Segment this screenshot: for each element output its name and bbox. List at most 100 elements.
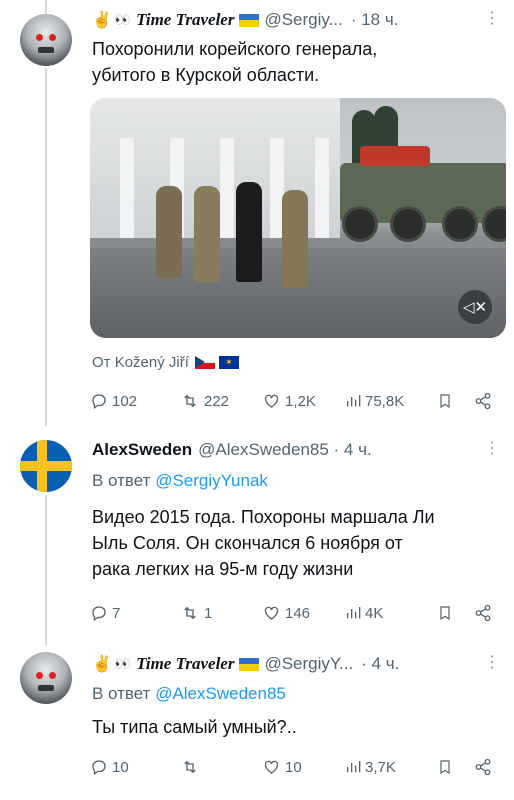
ukraine-flag-icon [239, 657, 260, 671]
reply-button[interactable]: 7 [90, 604, 120, 622]
mute-icon[interactable]: ◁✕ [458, 290, 492, 324]
repost-count: 222 [204, 392, 230, 410]
text-line: Похоронили корейского генерала, [92, 39, 378, 59]
share-icon [475, 758, 491, 776]
share-icon [475, 392, 491, 410]
bookmark-icon [440, 606, 450, 621]
reply-count: 7 [112, 604, 121, 622]
victory-hand-icon: ✌ [92, 12, 112, 29]
more-icon[interactable]: ⋮ [484, 652, 500, 672]
like-count: 1,2K [285, 392, 316, 410]
bookmark-icon [440, 760, 450, 775]
bookmark-button[interactable] [437, 392, 457, 410]
avatar-jaw [38, 47, 54, 53]
avatar-eye [49, 672, 56, 679]
like-button[interactable]: 10 [262, 758, 302, 776]
share-button[interactable] [474, 604, 496, 622]
reply-icon [92, 394, 106, 410]
flag-cross [37, 440, 47, 492]
views-button[interactable]: 3,7K [345, 758, 396, 776]
like-button[interactable]: 1,2K [262, 392, 316, 410]
avatar-jaw [38, 685, 54, 691]
text-line: Видео 2015 года. Похороны маршала Ли [92, 507, 435, 527]
more-icon[interactable]: ⋮ [484, 438, 500, 458]
share-button[interactable] [474, 758, 496, 776]
repost-button[interactable]: 222 [180, 392, 229, 410]
wheel [442, 206, 478, 242]
tweet-3-text: Ты типа самый умный?.. [92, 714, 297, 740]
share-button[interactable] [474, 392, 496, 410]
like-button[interactable]: 146 [262, 604, 310, 622]
handle[interactable]: @Sergiy... [264, 10, 342, 30]
views-button[interactable]: 4K [345, 604, 383, 622]
views-icon [347, 607, 361, 619]
tweet-1-header: ✌ 👀 Time Traveler @Sergiy... · 18 ч. [92, 10, 398, 30]
handle[interactable]: @AlexSweden85 · 4 ч. [198, 440, 372, 460]
person [236, 182, 262, 282]
heart-icon [264, 394, 279, 408]
views-button[interactable]: 75,8K [345, 392, 404, 410]
eyes-icon: 👀 [114, 656, 131, 671]
eyes-icon: 👀 [114, 12, 131, 27]
text-line: Ыль Соля. Он скончался 6 ноября от [92, 533, 403, 553]
reply-prefix: В ответ [92, 684, 151, 703]
like-count: 10 [285, 758, 302, 776]
display-name[interactable]: AlexSweden [92, 440, 192, 460]
repost-icon [184, 606, 196, 620]
bookmark-icon [440, 394, 450, 409]
person [282, 190, 308, 288]
like-count: 146 [285, 604, 311, 622]
text-line: убитого в Курской области. [92, 65, 320, 85]
views-icon [347, 395, 361, 407]
more-icon[interactable]: ⋮ [484, 8, 500, 28]
repost-button[interactable] [180, 758, 204, 776]
reply-prefix: В ответ [92, 471, 151, 490]
reply-icon [92, 606, 106, 622]
avatar-eye [36, 672, 43, 679]
person [194, 186, 220, 282]
timestamp[interactable]: · 18 ч. [351, 10, 399, 30]
reply-context: В ответ @SergiyYunak [92, 471, 268, 491]
victory-hand-icon: ✌ [92, 656, 112, 673]
avatar-time-traveler[interactable] [20, 14, 72, 66]
attribution[interactable]: От Kožený Jiří ✶ [92, 354, 239, 371]
coffin [360, 146, 430, 166]
czech-flag-icon [194, 356, 215, 369]
wheel [342, 206, 378, 242]
repost-icon [184, 760, 196, 774]
wheel [482, 206, 506, 242]
text-line: рака легких на 95-м году жизни [92, 559, 354, 579]
repost-count: 1 [204, 604, 213, 622]
reply-button[interactable]: 10 [90, 758, 129, 776]
repost-button[interactable]: 1 [180, 604, 212, 622]
from-label: От Kožený Jiří [92, 354, 189, 371]
thread-line-2 [45, 495, 47, 645]
reply-to-link[interactable]: @AlexSweden85 [155, 684, 286, 703]
display-name[interactable]: Time Traveler [136, 654, 234, 674]
views-count: 3,7K [365, 758, 396, 776]
thread-line-1 [45, 68, 47, 426]
reply-button[interactable]: 102 [90, 392, 137, 410]
video-player[interactable]: ◁✕ [90, 98, 506, 338]
bookmark-button[interactable] [437, 604, 457, 622]
tweet-3-header: ✌ 👀 Time Traveler @SergiyY... · 4 ч. [92, 654, 399, 674]
text-line: Ты типа самый умный?.. [92, 717, 297, 737]
handle[interactable]: @SergiyY... [264, 654, 353, 674]
share-icon [475, 604, 491, 622]
avatar-time-traveler[interactable] [20, 652, 72, 704]
avatar-eye [49, 34, 56, 41]
timestamp[interactable]: · 4 ч. [361, 654, 399, 674]
avatar-eye [36, 34, 43, 41]
thread-line-top [45, 0, 47, 14]
bookmark-button[interactable] [437, 758, 457, 776]
avatar-alexsweden[interactable] [20, 440, 72, 492]
reply-icon [92, 760, 106, 776]
repost-icon [184, 394, 196, 408]
tweet-1-text: Похоронили корейского генерала, убитого … [92, 36, 377, 88]
tweet-2-header: AlexSweden @AlexSweden85 · 4 ч. [92, 440, 372, 460]
heart-icon [264, 606, 279, 620]
reply-to-link[interactable]: @SergiyYunak [155, 471, 268, 490]
display-name[interactable]: Time Traveler [136, 10, 234, 30]
eu-flag-icon: ✶ [218, 356, 239, 369]
person [156, 186, 182, 278]
